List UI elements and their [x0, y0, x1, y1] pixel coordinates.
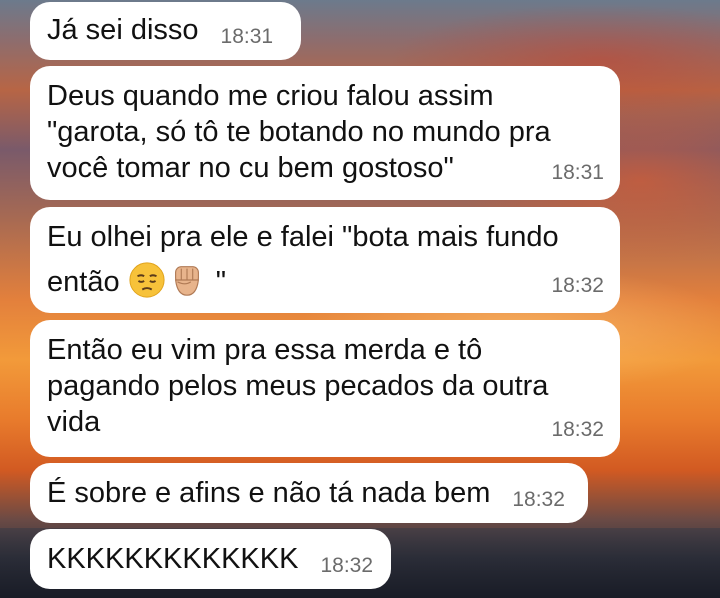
message-bubble[interactable]: Então eu vim pra essa merda e tô pagando… [30, 320, 620, 457]
message-bubble[interactable]: É sobre e afins e não tá nada bem 18:32 [30, 463, 588, 523]
pensive-face-icon [129, 262, 165, 298]
message-bubble[interactable]: Deus quando me criou falou assim "garota… [30, 66, 620, 200]
message-text: Já sei disso [47, 14, 199, 46]
message-text: Então eu vim pra essa merda e tô pagando… [47, 334, 549, 438]
raised-fist-icon [174, 266, 199, 296]
message-time: 18:31 [220, 25, 274, 48]
message-bubble[interactable]: Eu olhei pra ele e falei "bota mais fund… [30, 207, 620, 313]
message-text: É sobre e afins e não tá nada bem [47, 477, 491, 509]
message-text: Eu olhei pra ele e falei "bota mais fund… [47, 221, 559, 253]
message-time: 18:32 [320, 554, 374, 577]
message-time: 18:32 [551, 274, 604, 297]
message-text-line2: então " [47, 261, 604, 300]
message-time: 18:32 [512, 488, 565, 511]
message-time: 18:31 [551, 161, 604, 184]
message-text: KKKKKKKKKKKKK [47, 543, 299, 575]
message-text: Deus quando me criou falou assim "garota… [47, 80, 551, 184]
message-bubble[interactable]: KKKKKKKKKKKKK 18:32 [30, 529, 391, 589]
message-bubble[interactable]: Já sei disso 18:31 [30, 2, 301, 60]
message-time: 18:32 [551, 418, 604, 441]
